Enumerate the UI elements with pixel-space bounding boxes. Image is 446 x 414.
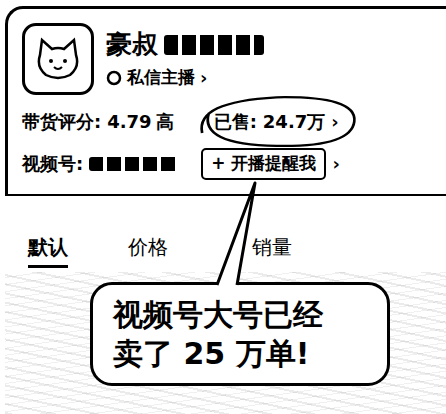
rating-value: 4.79 [107, 109, 151, 134]
name-column: 豪叔私信主播› [106, 29, 264, 89]
message-link[interactable]: 私信主播› [106, 66, 264, 89]
remind-button[interactable]: +开播提醒我 [201, 148, 326, 180]
rating-level: 高 [156, 109, 174, 134]
remind-arrow: › [332, 151, 339, 176]
page: 豪叔私信主播›带货评分:4.79高 已售:24.7万› 视频号: +开播提醒我› 默认 价… [0, 0, 446, 414]
stats-row: 带货评分:4.79高 已售:24.7万› [22, 109, 446, 134]
callout-text: 卖了 25 万单! [113, 334, 367, 373]
cat-avatar-icon [34, 37, 82, 81]
name-row: 豪叔 [106, 29, 264, 60]
callout-bubble: 视频号大号已经卖了 25 万单! [90, 282, 390, 386]
message-icon [106, 70, 122, 86]
video-row: 视频号: +开播提醒我› [22, 148, 446, 180]
sort-tab[interactable]: 销量 [252, 234, 292, 268]
sold-count[interactable]: 已售:24.7万› [214, 109, 339, 134]
product-list: 视频号大号已经卖了 25 万单! [5, 272, 446, 414]
sort-tab[interactable]: 默认 [28, 234, 68, 268]
callout-text: 视频号大号已经 [113, 295, 367, 334]
anchor-name: 豪叔 [106, 29, 158, 60]
avatar[interactable] [22, 23, 94, 95]
sort-tab[interactable]: 价格 [128, 234, 168, 268]
sort-tabs: 默认 价格 销量 [5, 196, 446, 268]
profile-header: 豪叔私信主播› [22, 23, 446, 95]
callout-tail-icon [203, 181, 283, 285]
profile-card: 豪叔私信主播›带货评分:4.79高 已售:24.7万› 视频号: +开播提醒我› [5, 6, 446, 196]
rating-label: 带货评分: [22, 109, 101, 134]
video-id-redaction [89, 157, 179, 171]
name-redaction [164, 35, 264, 55]
circle-annotation-icon [192, 93, 361, 150]
video-label: 视频号: [22, 151, 83, 176]
